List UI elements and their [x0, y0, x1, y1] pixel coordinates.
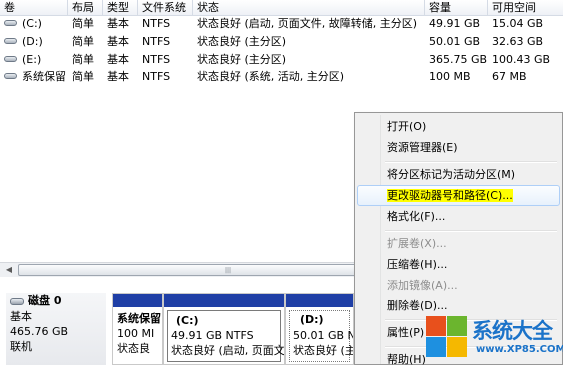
type-cell: 基本: [107, 53, 129, 66]
drive-icon: [4, 73, 17, 79]
grip-icon: |||: [225, 267, 232, 274]
menu-item-open[interactable]: 打开(O): [357, 116, 560, 137]
menu-item-format[interactable]: 格式化(F)...: [357, 206, 560, 227]
watermark-brand: 系统大全: [472, 319, 553, 343]
disk-info[interactable]: 磁盘 0 基本 465.76 GB 联机: [6, 293, 106, 365]
table-row[interactable]: (C:) 简单 基本 NTFS 状态良好 (启动, 页面文件, 故障转储, 主分…: [0, 16, 563, 32]
menu-separator: [385, 230, 557, 232]
partition-status: 状态良好 (启动, 页面文: [171, 344, 285, 357]
column-header-capacity[interactable]: 容量: [425, 0, 488, 16]
menu-item-extend-volume[interactable]: 扩展卷(X)...: [357, 233, 560, 254]
disk-icon: [10, 298, 24, 305]
menu-separator: [385, 161, 557, 163]
free-space-cell: 32.63 GB: [492, 35, 544, 48]
filesystem-cell: NTFS: [142, 35, 171, 48]
column-header-free-space[interactable]: 可用空间: [488, 0, 563, 16]
volume-cell: (C:): [0, 16, 68, 32]
partition-title: (D:): [300, 313, 324, 326]
column-header-filesystem[interactable]: 文件系统: [138, 0, 193, 16]
free-space-cell: 67 MB: [492, 70, 527, 83]
partition-d[interactable]: (D:) 50.01 GB NT 状态良好 (主: [285, 293, 354, 365]
type-cell: 基本: [107, 70, 129, 83]
column-header-volume[interactable]: 卷: [0, 0, 68, 16]
drive-icon: [4, 56, 17, 62]
table-row[interactable]: 系统保留 简单 基本 NTFS 状态良好 (系统, 活动, 主分区) 100 M…: [0, 69, 563, 85]
column-header-status[interactable]: 状态: [193, 0, 425, 16]
volume-cell: (E:): [0, 52, 68, 68]
menu-item-explorer[interactable]: 资源管理器(E): [357, 137, 560, 158]
partition-size: 100 MI: [117, 327, 155, 340]
partition-bar: [286, 294, 353, 307]
capacity-cell: 50.01 GB: [429, 35, 481, 48]
drive-icon: [4, 38, 17, 44]
disk-type: 基本: [10, 310, 32, 323]
menu-item-mark-active[interactable]: 将分区标记为活动分区(M): [357, 164, 560, 185]
volume-cell: 系统保留: [0, 69, 68, 85]
watermark-url: www.XP85.COM: [476, 344, 563, 355]
table-row[interactable]: (E:) 简单 基本 NTFS 状态良好 (主分区) 365.75 GB 100…: [0, 52, 563, 68]
watermark: 系统大全 www.XP85.COM: [426, 313, 563, 365]
free-space-cell: 100.43 GB: [492, 53, 551, 66]
partition-bar: [113, 294, 162, 307]
type-cell: 基本: [107, 17, 129, 30]
partition-title: (C:): [176, 314, 199, 327]
partition-status: 状态良: [117, 342, 150, 355]
volume-cell: (D:): [0, 34, 68, 50]
filesystem-cell: NTFS: [142, 70, 171, 83]
menu-item-add-mirror[interactable]: 添加镜像(A)...: [357, 275, 560, 296]
filesystem-cell: NTFS: [142, 17, 171, 30]
layout-cell: 简单: [72, 70, 94, 83]
layout-cell: 简单: [72, 53, 94, 66]
partition-size: 50.01 GB NT: [293, 329, 353, 342]
volume-list-header: 卷 布局 类型 文件系统 状态 容量 可用空间: [0, 0, 563, 16]
partition-bar: [164, 294, 284, 307]
free-space-cell: 15.04 GB: [492, 17, 544, 30]
column-header-type[interactable]: 类型: [103, 0, 138, 16]
scroll-left-arrow-icon[interactable]: ◀: [1, 263, 17, 277]
windows-logo-icon: [426, 316, 468, 358]
status-cell: 状态良好 (启动, 页面文件, 故障转储, 主分区): [197, 17, 418, 30]
layout-cell: 简单: [72, 35, 94, 48]
status-cell: 状态良好 (主分区): [197, 53, 287, 66]
disk-status: 联机: [10, 340, 32, 353]
partition-title: 系统保留: [117, 312, 161, 325]
filesystem-cell: NTFS: [142, 53, 171, 66]
status-cell: 状态良好 (主分区): [197, 35, 287, 48]
column-header-layout[interactable]: 布局: [68, 0, 103, 16]
partition-size: 49.91 GB NTFS: [171, 329, 254, 342]
menu-item-shrink-volume[interactable]: 压缩卷(H)...: [357, 254, 560, 275]
partition-c[interactable]: (C:) 49.91 GB NTFS 状态良好 (启动, 页面文: [163, 293, 285, 365]
table-row[interactable]: (D:) 简单 基本 NTFS 状态良好 (主分区) 50.01 GB 32.6…: [0, 34, 563, 50]
disk-size: 465.76 GB: [10, 325, 69, 338]
status-cell: 状态良好 (系统, 活动, 主分区): [197, 70, 345, 83]
partition-status: 状态良好 (主: [293, 344, 354, 357]
capacity-cell: 100 MB: [429, 70, 471, 83]
partition-system-reserved[interactable]: 系统保留 100 MI 状态良: [112, 293, 163, 365]
capacity-cell: 49.91 GB: [429, 17, 481, 30]
type-cell: 基本: [107, 35, 129, 48]
layout-cell: 简单: [72, 17, 94, 30]
drive-icon: [4, 20, 17, 26]
disk-name: 磁盘 0: [28, 294, 62, 307]
menu-item-change-drive-letter[interactable]: 更改驱动器号和路径(C)...: [357, 185, 560, 206]
capacity-cell: 365.75 GB: [429, 53, 488, 66]
